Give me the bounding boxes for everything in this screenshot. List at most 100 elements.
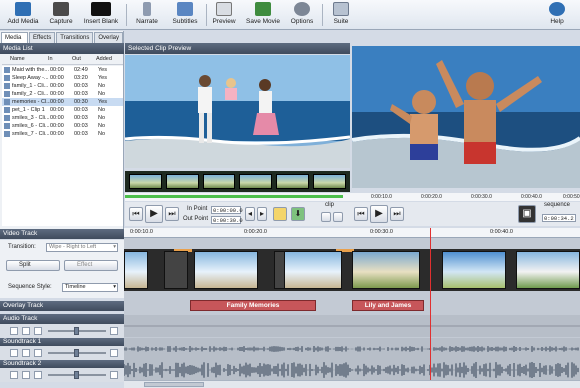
- timeline-ruler[interactable]: 0:00:10.0 0:00:20.0 0:00:30.0 0:00:40.0: [124, 228, 580, 238]
- timeline-scroll-thumb[interactable]: [144, 382, 204, 387]
- sequence-preview-video: [352, 46, 580, 188]
- previous-frame-button[interactable]: ⏮: [129, 207, 143, 221]
- clip-range-bar[interactable]: [125, 195, 343, 198]
- audio-waveform[interactable]: [124, 315, 580, 337]
- video-file-icon: [4, 99, 10, 105]
- soundtrack1-header: Soundtrack 1: [0, 338, 124, 346]
- play-sequence-button[interactable]: ▶: [370, 205, 388, 223]
- video-clip[interactable]: [442, 251, 506, 289]
- transition-dropdown[interactable]: Wipe - Right to Left: [46, 243, 118, 252]
- lock-icon[interactable]: [10, 349, 18, 357]
- volume-knob[interactable]: [74, 349, 79, 357]
- timeline-scrollbar[interactable]: [124, 380, 580, 388]
- video-clip[interactable]: [284, 251, 342, 289]
- speaker-icon[interactable]: [22, 371, 30, 379]
- clip-filmstrip[interactable]: [125, 171, 350, 192]
- help-button[interactable]: Help: [546, 2, 568, 29]
- audio-file-icon: [4, 67, 10, 73]
- video-clip[interactable]: [516, 251, 580, 289]
- mark-out-button[interactable]: ▸: [257, 207, 267, 221]
- add-to-sequence-button[interactable]: ⬇: [291, 207, 305, 221]
- speaker-icon[interactable]: [22, 327, 30, 335]
- col-name[interactable]: Name: [2, 56, 48, 64]
- solo-icon[interactable]: [34, 371, 42, 379]
- media-list-item[interactable]: family_1 - Cli... 00:00 00:03 No: [2, 82, 123, 90]
- out-point-field[interactable]: 0:00:30.0: [211, 216, 243, 224]
- clip-preview-video: [125, 55, 350, 168]
- audio-settings-icon[interactable]: [110, 327, 118, 335]
- sequence-next-button[interactable]: ⏭: [390, 207, 404, 221]
- effect-button[interactable]: Effect: [64, 260, 118, 271]
- speaker-icon[interactable]: [22, 349, 30, 357]
- media-cell-name: Sleep Away -...: [12, 75, 49, 81]
- col-in[interactable]: In: [48, 56, 72, 64]
- media-list-item[interactable]: smiles_3 - Cli... 00:00 00:03 No: [2, 114, 123, 122]
- suite-button[interactable]: Suite: [330, 2, 352, 29]
- snapshot-button[interactable]: [273, 207, 287, 221]
- media-list-item[interactable]: Sleep Away -... 00:00 03:20 Yes: [2, 74, 123, 82]
- media-list-item[interactable]: Maid with the... 00:00 02:49 Yes: [2, 66, 123, 74]
- video-clip[interactable]: [124, 251, 148, 289]
- in-point-field[interactable]: 0:00:00.0: [211, 206, 243, 214]
- media-cell-in: 00:00: [50, 67, 64, 73]
- sequence-style-label: Sequence Style:: [8, 284, 52, 290]
- panel-tabs: Media List Effects Transitions Overlay: [1, 32, 123, 51]
- split-button[interactable]: Split: [6, 260, 60, 271]
- subtitles-button[interactable]: Subtitles: [170, 2, 200, 29]
- camera-icon: [53, 2, 69, 16]
- tab-overlay[interactable]: Overlay: [94, 32, 123, 43]
- volume-knob[interactable]: [74, 371, 79, 379]
- sequence-style-dropdown[interactable]: Timeline: [62, 283, 118, 292]
- media-list-item[interactable]: pet_1 - Clip 1 00:00 00:03 No: [2, 106, 123, 114]
- options-button[interactable]: Options: [289, 2, 315, 29]
- preview-button[interactable]: Preview: [211, 2, 237, 29]
- media-cell-out: 00:03: [74, 107, 88, 113]
- insert-blank-button[interactable]: Insert Blank: [82, 2, 120, 29]
- volume-knob[interactable]: [74, 327, 79, 335]
- lock-icon[interactable]: [10, 371, 18, 379]
- effect-label: Effect: [77, 262, 93, 268]
- caption-clip[interactable]: Family Memories: [190, 300, 316, 311]
- sequence-previous-button[interactable]: ⏮: [354, 207, 368, 221]
- add-media-button[interactable]: Add Media: [4, 2, 42, 29]
- next-frame-button[interactable]: ⏭: [165, 207, 179, 221]
- sequence-time-field[interactable]: 0:00:34.2: [542, 214, 576, 222]
- audio-settings-icon[interactable]: [110, 349, 118, 357]
- caption-clip[interactable]: Lily and James: [352, 300, 424, 311]
- col-added[interactable]: Added: [96, 56, 116, 64]
- video-clip[interactable]: [164, 251, 188, 289]
- video-clip[interactable]: [194, 251, 258, 289]
- media-cell-in: 00:00: [50, 107, 64, 113]
- video-clip[interactable]: [352, 251, 420, 289]
- tab-media-list[interactable]: Media List: [1, 32, 28, 51]
- lock-icon[interactable]: [10, 327, 18, 335]
- save-movie-button[interactable]: Save Movie: [245, 2, 281, 29]
- media-cell-out: 00:03: [74, 123, 88, 129]
- audio-settings-icon[interactable]: [110, 371, 118, 379]
- soundtrack2-waveform[interactable]: [124, 360, 580, 380]
- col-out[interactable]: Out: [72, 56, 96, 64]
- zoom-out-icon[interactable]: [321, 212, 331, 222]
- soundtrack1-waveform[interactable]: [124, 338, 580, 360]
- zoom-in-icon[interactable]: [333, 212, 343, 222]
- playhead[interactable]: [430, 228, 431, 388]
- media-list-item[interactable]: smiles_6 - Cli... 00:00 00:03 No: [2, 122, 123, 130]
- media-cell-name: family_2 - Cli...: [12, 91, 49, 97]
- tab-effects[interactable]: Effects: [28, 32, 56, 43]
- camera-snapshot-icon[interactable]: ▣: [518, 205, 536, 223]
- video-track[interactable]: [124, 249, 580, 291]
- solo-icon[interactable]: [34, 327, 42, 335]
- media-list-item[interactable]: family_2 - Cli... 00:00 00:03 No: [2, 90, 123, 98]
- solo-icon[interactable]: [34, 349, 42, 357]
- audio-track-header: Audio Track: [0, 314, 124, 324]
- ruler-label: 0:00:20.0: [244, 229, 267, 235]
- capture-button[interactable]: Capture: [48, 2, 74, 29]
- media-list-item[interactable]: smiles_7 - Cli... 00:00 00:03 No: [2, 130, 123, 138]
- mark-in-button[interactable]: ◂: [245, 207, 255, 221]
- media-cell-in: 00:00: [50, 99, 64, 105]
- media-list-item[interactable]: memories - Cl... 00:00 00:30 Yes: [2, 98, 123, 106]
- narrate-button[interactable]: Narrate: [134, 2, 160, 29]
- video-track-controls: Transition: Wipe - Right to Left Split E…: [0, 240, 124, 298]
- tab-transitions[interactable]: Transitions: [56, 32, 94, 43]
- play-clip-button[interactable]: ▶: [145, 205, 163, 223]
